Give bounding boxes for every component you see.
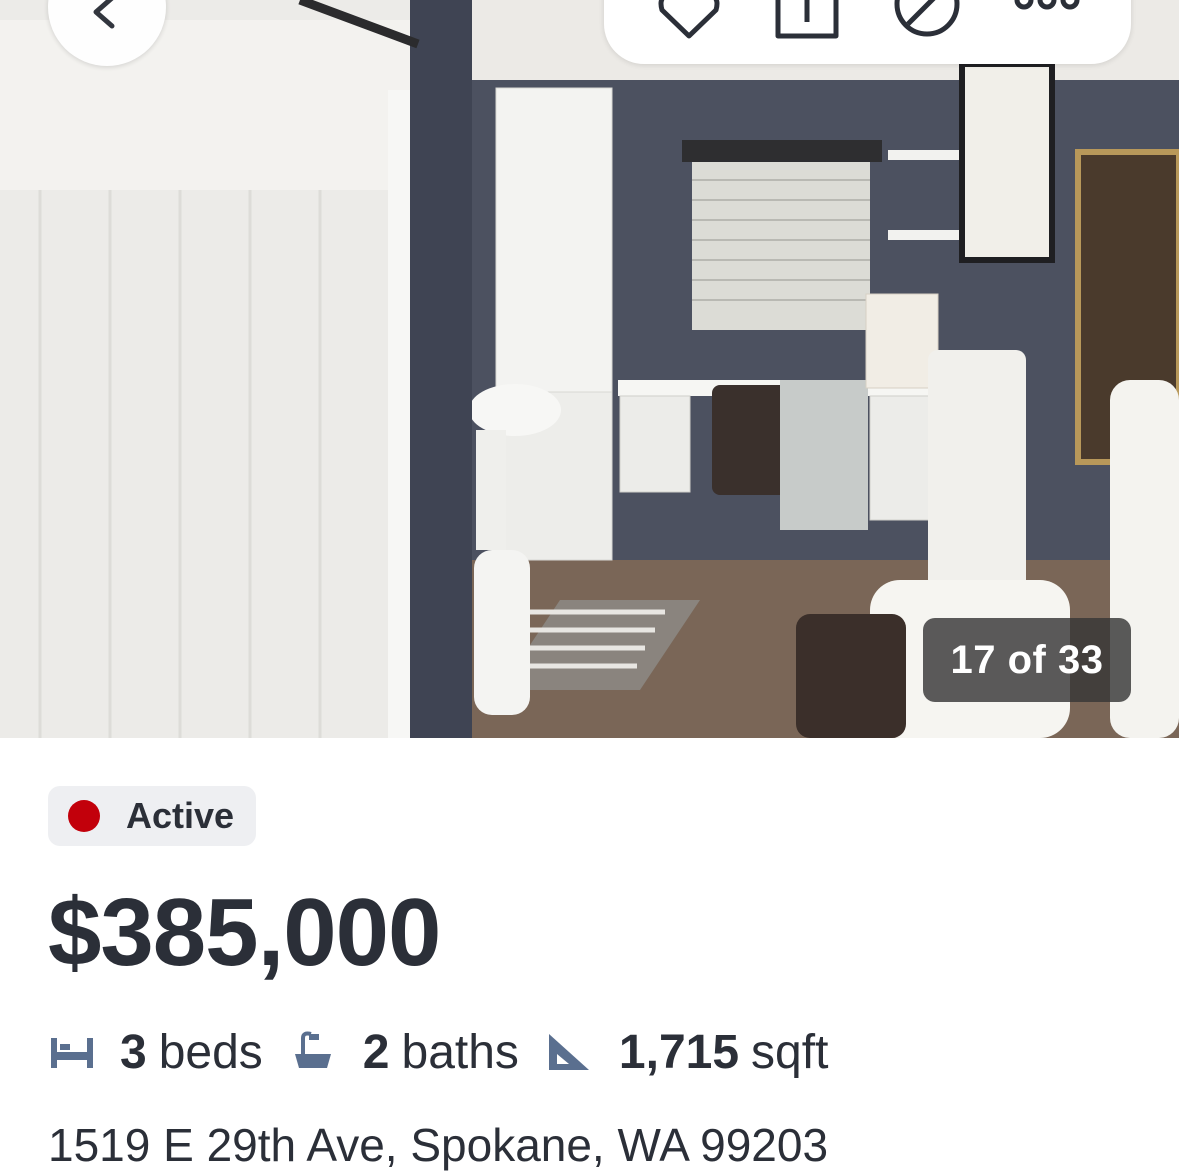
photo-action-bar: [604, 0, 1131, 64]
more-icon[interactable]: [1012, 0, 1082, 42]
beds-count: 3: [120, 1025, 147, 1079]
bathtub-icon: [294, 1031, 331, 1068]
status-badge: Active: [48, 786, 256, 846]
hide-icon[interactable]: [892, 0, 962, 42]
baths-label: baths: [401, 1025, 519, 1079]
baths-count: 2: [362, 1025, 390, 1079]
listing-price: $385,000: [48, 879, 441, 986]
ruler-triangle-icon: [548, 1034, 589, 1070]
photo-counter: 17 of 33: [923, 618, 1131, 702]
status-label: Active: [126, 795, 235, 836]
sqft-label: sqft: [751, 1025, 829, 1079]
bed-icon: [51, 1038, 93, 1068]
listing-address[interactable]: 1519 E 29th Ave, Spokane, WA 99203: [48, 1118, 828, 1172]
sqft-count: 1,715: [618, 1025, 740, 1079]
listing-photo[interactable]: 17 of 33: [0, 0, 1179, 738]
share-icon[interactable]: [772, 0, 842, 42]
home-facts: 3 beds 2 baths 1,715 sqft: [48, 1024, 828, 1080]
chevron-left-icon: [93, 0, 115, 29]
beds-label: beds: [158, 1025, 263, 1079]
heart-icon[interactable]: [654, 0, 724, 42]
status-dot: [68, 800, 100, 832]
